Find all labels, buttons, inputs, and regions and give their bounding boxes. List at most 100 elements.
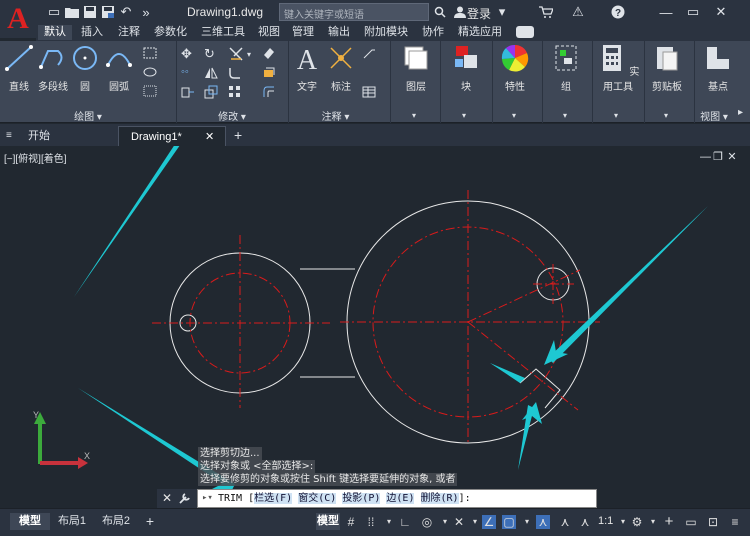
tab-featured-apps[interactable]: 精选应用 bbox=[458, 25, 502, 40]
maximize-icon[interactable]: ▭ bbox=[685, 4, 701, 20]
customize-wrench-icon[interactable] bbox=[179, 491, 192, 507]
line-button[interactable]: 直线 bbox=[2, 43, 36, 93]
object-snap-icon[interactable]: ▢ bbox=[502, 515, 516, 529]
undo-icon[interactable]: ↶ bbox=[118, 4, 134, 20]
minimize-icon[interactable]: — bbox=[658, 4, 674, 20]
tab-drawing1[interactable]: Drawing1* ✕ bbox=[118, 126, 226, 146]
tab-annotate[interactable]: 注释 bbox=[118, 25, 140, 40]
add-tab-icon[interactable]: + bbox=[234, 127, 242, 143]
ribbon-toggle-icon[interactable] bbox=[516, 26, 534, 38]
draw-panel-label[interactable]: 绘图 ▾ bbox=[0, 108, 176, 123]
annotation-visibility-icon[interactable]: ⋏ bbox=[536, 515, 550, 529]
trim-dropdown-icon[interactable]: ▾ bbox=[247, 50, 251, 59]
scale-icon[interactable] bbox=[204, 85, 220, 101]
customization-menu-icon[interactable]: ≡ bbox=[728, 515, 742, 529]
option-project[interactable]: 投影(P) bbox=[342, 493, 381, 504]
search-icon[interactable] bbox=[432, 4, 448, 20]
object-snap-tracking-icon[interactable]: ∠ bbox=[482, 515, 496, 529]
block-dropdown-icon[interactable]: ▾ bbox=[462, 111, 466, 120]
erase-icon[interactable] bbox=[262, 46, 278, 62]
tab-start[interactable]: 开始 bbox=[10, 126, 110, 146]
grid-icon[interactable]: # bbox=[344, 515, 358, 529]
clean-screen-icon[interactable]: ⊡ bbox=[706, 515, 720, 529]
model-space-button[interactable]: 模型 bbox=[316, 513, 340, 530]
hardware-acceleration-icon[interactable]: ▭ bbox=[684, 515, 698, 529]
group-dropdown-icon[interactable]: ▾ bbox=[563, 111, 567, 120]
auto-scale-icon[interactable]: ⋏ bbox=[558, 515, 572, 529]
fillet-icon[interactable] bbox=[228, 66, 244, 82]
option-fence[interactable]: 栏选(F) bbox=[254, 493, 293, 504]
save-icon[interactable] bbox=[82, 4, 98, 20]
view-panel-label[interactable]: 视图 ▾ bbox=[694, 108, 734, 123]
polar-dropdown-icon[interactable]: ▾ bbox=[438, 515, 452, 529]
close-command-icon[interactable]: ✕ bbox=[162, 491, 172, 505]
annotation-panel-label[interactable]: 注释 ▾ bbox=[289, 108, 382, 123]
dimension-button[interactable]: 标注 bbox=[326, 43, 356, 93]
option-crossing[interactable]: 窗交(C) bbox=[298, 493, 337, 504]
isodraft-dropdown-icon[interactable]: ▾ bbox=[468, 515, 482, 529]
move-icon[interactable]: ✥ bbox=[181, 46, 197, 62]
tab-collaborate[interactable]: 协作 bbox=[422, 25, 444, 40]
object-snap-dropdown-icon[interactable]: ▾ bbox=[520, 515, 534, 529]
block-button[interactable]: 块 bbox=[448, 43, 484, 93]
workspace-dropdown-icon[interactable]: ▾ bbox=[646, 515, 660, 529]
user-icon[interactable] bbox=[452, 4, 468, 20]
layout-tab-layout1[interactable]: 布局1 bbox=[52, 513, 92, 530]
copy-icon[interactable]: ◦◦ bbox=[181, 66, 197, 82]
cart-icon[interactable] bbox=[538, 4, 554, 20]
command-line-input[interactable]: ▸▾ TRIM [栏选(F) 窗交(C) 投影(P) 边(E) 删除(R)]: bbox=[197, 489, 597, 508]
clipboard-dropdown-icon[interactable]: ▾ bbox=[664, 111, 668, 120]
viewport-minimize-icon[interactable]: — bbox=[700, 152, 711, 163]
infer-constraints-icon[interactable]: ∟ bbox=[398, 515, 412, 529]
close-window-icon[interactable]: ✕ bbox=[713, 4, 729, 20]
workspace-gear-icon[interactable]: ⚙ bbox=[630, 515, 644, 529]
base-point-button[interactable]: 基点 bbox=[698, 43, 738, 93]
polar-tracking-icon[interactable]: ◎ bbox=[420, 515, 434, 529]
explode-icon[interactable] bbox=[262, 66, 278, 82]
rectangle-icon[interactable] bbox=[143, 47, 159, 63]
utilities-button[interactable]: 实用工具 bbox=[595, 43, 641, 93]
annotation-scale-icon[interactable]: ⋏ bbox=[578, 515, 592, 529]
expand-ribbon-icon[interactable]: ▸ bbox=[738, 107, 743, 118]
mirror-icon[interactable] bbox=[204, 66, 220, 82]
layers-button[interactable]: 图层 bbox=[398, 43, 434, 93]
tab-addins[interactable]: 附加模块 bbox=[364, 25, 408, 40]
arc-button[interactable]: 圆弧 bbox=[104, 43, 134, 93]
tab-output[interactable]: 输出 bbox=[328, 25, 350, 40]
search-input[interactable]: 键入关键字或短语 bbox=[279, 3, 429, 21]
polyline-button[interactable]: 多段线 bbox=[36, 43, 70, 93]
login-label[interactable]: 登录 bbox=[467, 5, 491, 22]
snap-icon[interactable]: ⁞⁞ bbox=[364, 515, 378, 529]
option-edge[interactable]: 边(E) bbox=[386, 493, 415, 504]
open-folder-icon[interactable] bbox=[64, 4, 80, 20]
modify-panel-label[interactable]: 修改 ▾ bbox=[177, 108, 287, 123]
isolate-objects-icon[interactable]: + bbox=[662, 514, 676, 529]
properties-button[interactable]: 特性 bbox=[497, 43, 533, 93]
dropdown-arrow-icon[interactable]: ▾ bbox=[494, 4, 510, 20]
text-button[interactable]: A 文字 bbox=[292, 43, 322, 93]
group-button[interactable]: 组 bbox=[548, 43, 584, 93]
tab-default[interactable]: 默认 bbox=[38, 25, 72, 40]
properties-dropdown-icon[interactable]: ▾ bbox=[512, 111, 516, 120]
exchange-icon[interactable]: ⚠ bbox=[570, 4, 586, 20]
layout-tab-layout2[interactable]: 布局2 bbox=[96, 513, 136, 530]
stretch-icon[interactable] bbox=[181, 85, 197, 101]
tab-manage[interactable]: 管理 bbox=[292, 25, 314, 40]
save-as-icon[interactable] bbox=[100, 4, 116, 20]
scale-dropdown-icon[interactable]: ▾ bbox=[616, 515, 630, 529]
scale-value[interactable]: 1:1 bbox=[598, 515, 613, 527]
viewport-restore-icon[interactable]: ❐ bbox=[713, 152, 723, 163]
layout-tab-model[interactable]: 模型 bbox=[10, 513, 50, 530]
tab-parametric[interactable]: 参数化 bbox=[154, 25, 187, 40]
add-layout-icon[interactable]: + bbox=[142, 513, 158, 530]
ellipse-icon[interactable] bbox=[143, 66, 159, 82]
snap-dropdown-icon[interactable]: ▾ bbox=[382, 515, 396, 529]
viewport-close-icon[interactable]: ✕ bbox=[727, 152, 737, 163]
new-file-icon[interactable]: ▭ bbox=[46, 4, 62, 20]
offset-icon[interactable] bbox=[262, 85, 278, 101]
app-logo[interactable]: A bbox=[0, 0, 36, 38]
isodraft-icon[interactable]: ✕ bbox=[452, 515, 466, 529]
table-icon[interactable] bbox=[362, 86, 378, 102]
close-tab-icon[interactable]: ✕ bbox=[205, 127, 214, 147]
circle-button[interactable]: 圆 bbox=[70, 43, 100, 93]
